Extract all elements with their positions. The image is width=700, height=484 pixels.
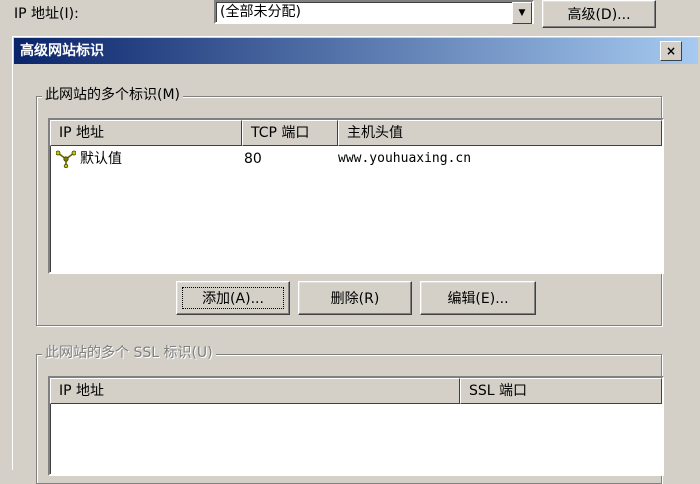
column-ssl-ip-address[interactable]: IP 地址	[50, 378, 460, 404]
add-button[interactable]: 添加(A)...	[176, 281, 290, 315]
dropdown-arrow-icon[interactable]: ▼	[512, 2, 532, 24]
ip-address-value: (全部未分配)	[220, 4, 301, 20]
column-host-header[interactable]: 主机头值	[338, 120, 662, 146]
dialog-title: 高级网站标识	[20, 43, 104, 59]
row-ip-address: 默认值	[80, 151, 122, 167]
row-tcp-port: 80	[244, 151, 262, 167]
ssl-list-header: IP 地址 SSL 端口	[50, 378, 662, 404]
table-row[interactable]: 默认值 80 www.youhuaxing.cn	[50, 148, 662, 170]
remove-button[interactable]: 删除(R)	[298, 281, 412, 315]
identities-legend: 此网站的多个标识(M)	[42, 86, 184, 104]
ip-address-label: IP 地址(I):	[14, 6, 79, 22]
identities-list[interactable]: IP 地址 TCP 端口 主机头值 默认值 80 www.youhuaxing.…	[48, 118, 664, 274]
identities-list-header: IP 地址 TCP 端口 主机头值	[50, 120, 662, 146]
edit-button[interactable]: 编辑(E)...	[420, 281, 536, 315]
column-tcp-port[interactable]: TCP 端口	[242, 120, 338, 146]
network-icon	[55, 150, 77, 169]
row-host-header: www.youhuaxing.cn	[338, 151, 472, 166]
ip-address-combobox[interactable]: (全部未分配) ▼	[214, 0, 534, 24]
ssl-identities-legend: 此网站的多个 SSL 标识(U)	[42, 344, 216, 362]
advanced-button[interactable]: 高级(D)...	[542, 0, 656, 28]
column-ip-address[interactable]: IP 地址	[50, 120, 242, 146]
column-ssl-port[interactable]: SSL 端口	[460, 378, 662, 404]
dialog-titlebar: 高级网站标识 ×	[14, 38, 698, 64]
ssl-identities-list[interactable]: IP 地址 SSL 端口	[48, 376, 664, 476]
close-icon[interactable]: ×	[660, 41, 682, 61]
